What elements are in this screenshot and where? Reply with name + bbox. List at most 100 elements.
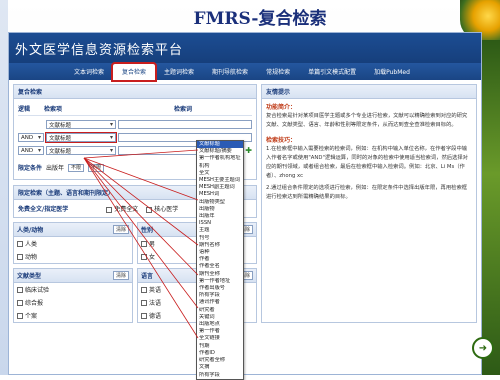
app-window: 外文医学信息资源检索平台 文本词检索 复合检索 主题词检索 期刊导航检索 常规检…	[8, 32, 482, 375]
dropdown-option[interactable]: 研究者	[197, 307, 243, 314]
tips-panel: 友情提示 功能简介： 复合检索是针对某项目医学主题或多个专业进行检索，文献可以精…	[261, 84, 477, 323]
tab-load-pubmed[interactable]: 加载PubMed	[365, 64, 419, 80]
dropdown-option[interactable]: 关键词	[197, 314, 243, 321]
filter-checkbox[interactable]	[17, 299, 23, 306]
dropdown-option[interactable]: 出版年	[197, 213, 243, 220]
dropdown-option[interactable]: 出版地点	[197, 321, 243, 328]
dropdown-option[interactable]: 第一作者	[197, 328, 243, 335]
tips-title: 友情提示	[262, 85, 476, 99]
add-row-icon[interactable]: ✚	[245, 146, 252, 155]
core-checkbox[interactable]	[146, 206, 153, 213]
dropdown-option[interactable]: 第一作者机构地址	[197, 155, 243, 162]
dropdown-option[interactable]: 通讯作者	[197, 299, 243, 306]
slide-left-decoration	[0, 0, 8, 375]
intro-heading: 功能简介：	[266, 104, 297, 111]
logic-select[interactable]: AND	[18, 133, 44, 142]
dropdown-option[interactable]: 所有字段	[197, 292, 243, 299]
dropdown-option[interactable]: MESH副主题词	[197, 184, 243, 191]
dropdown-option[interactable]: 出版物	[197, 206, 243, 213]
dropdown-option[interactable]: 研究者全称	[197, 357, 243, 364]
filter-label: 法语	[149, 300, 162, 307]
header-term: 检索词	[173, 106, 192, 113]
fulltext-checkbox[interactable]	[106, 206, 113, 213]
fulltext-label: 免费全文	[114, 206, 139, 213]
filter-label: 动物	[25, 254, 38, 261]
card-title: 人类/动物	[17, 227, 44, 234]
dropdown-option[interactable]: 刊期	[197, 343, 243, 350]
filter-checkbox[interactable]	[141, 312, 147, 319]
dropdown-option[interactable]: ISSN	[197, 220, 243, 227]
year-label: 出版年	[46, 165, 65, 172]
tips-body: 功能简介： 复合检索是针对某项目医学主题或多个专业进行检索，文献可以精确检索到对…	[262, 99, 476, 206]
filter-checkbox[interactable]	[17, 286, 23, 293]
card-title: 文献类型	[17, 273, 42, 280]
filter-label: 德语	[149, 313, 162, 320]
filter-label: 人类	[25, 241, 38, 248]
dropdown-option[interactable]: 作者	[197, 256, 243, 263]
year-to-select[interactable]: 不限	[88, 163, 105, 172]
filter-label: 男	[149, 241, 156, 248]
app-title: 外文医学信息资源检索平台	[15, 42, 184, 58]
filter-checkbox[interactable]	[17, 240, 23, 247]
dropdown-option[interactable]: 作者ID	[197, 350, 243, 357]
filter-checkbox[interactable]	[141, 286, 147, 293]
dropdown-option[interactable]: 文献标题	[197, 141, 243, 149]
search-grid-header: 逻辑 检索项 检索词	[18, 102, 252, 116]
app-header: 外文医学信息资源检索平台	[9, 33, 481, 63]
dropdown-option[interactable]: 刊号	[197, 235, 243, 242]
tab-compound-search[interactable]: 复合检索	[111, 62, 158, 82]
filter-checkbox[interactable]	[17, 253, 23, 260]
logic-select[interactable]: AND	[18, 146, 44, 155]
slide-title: FMRS-复合检索	[193, 9, 327, 29]
filter-card-species: 人类/动物 清除 人类 动物	[13, 222, 133, 264]
filter-checkbox[interactable]	[141, 253, 147, 260]
limit-label: 限定条件	[18, 165, 43, 172]
filter-checkbox[interactable]	[141, 299, 147, 306]
tab-subject-search[interactable]: 主题词检索	[155, 64, 203, 80]
clear-button[interactable]: 清除	[112, 271, 129, 280]
dropdown-option[interactable]: 期刊全称	[197, 271, 243, 278]
core-label: 核心医学	[154, 206, 179, 213]
dropdown-option[interactable]: 主题	[197, 227, 243, 234]
tips-heading: 检索技巧：	[266, 137, 297, 144]
dropdown-option[interactable]: 全文	[197, 170, 243, 177]
next-slide-icon[interactable]: ➜	[472, 337, 494, 359]
dropdown-option[interactable]: MESH主要主题词	[197, 177, 243, 184]
filter-label: 临床试验	[25, 287, 50, 294]
tips-text-1: 1.在检索框中输入需要检索的检索词，例如：在机构中输入单位名称，在作者字段中输入…	[266, 146, 468, 179]
dropdown-option[interactable]: 作者出版号	[197, 285, 243, 292]
options-label: 免费全文/指定医学	[18, 206, 69, 213]
header-field: 检索项	[44, 106, 63, 113]
term-input[interactable]	[118, 120, 252, 129]
tab-regular-search[interactable]: 常规检索	[257, 64, 299, 80]
tab-text-search[interactable]: 文本词检索	[65, 64, 113, 80]
field-select[interactable]: 文献标题	[46, 146, 116, 155]
filter-label: 女	[149, 254, 156, 261]
slide-right-decoration	[482, 40, 500, 375]
dropdown-option[interactable]: 文摘	[197, 364, 243, 371]
filter-label: 英语	[149, 287, 162, 294]
dropdown-option[interactable]: 语种	[197, 249, 243, 256]
field-select[interactable]: 文献标题	[45, 132, 117, 143]
field-dropdown-list[interactable]: 文献标题 文献标题/摘要 第一作者机构地址 机构 全文 MESH主要主题词 MESH副主题词…	[196, 140, 244, 380]
year-from-select[interactable]: 不限	[68, 163, 85, 172]
dropdown-option[interactable]: 所有字段	[197, 372, 243, 379]
dropdown-option[interactable]: 全文链接	[197, 335, 243, 342]
compound-search-heading: 复合检索	[13, 84, 257, 99]
dropdown-option[interactable]: 期刊名称	[197, 242, 243, 249]
clear-button[interactable]: 清除	[112, 225, 129, 234]
tab-journal-search[interactable]: 期刊导航检索	[203, 64, 257, 80]
dropdown-option[interactable]: 第一作者地址	[197, 278, 243, 285]
dropdown-option[interactable]: 文献标题/摘要	[197, 148, 243, 155]
dropdown-option[interactable]: 出版物类型	[197, 199, 243, 206]
tab-citation-config[interactable]: 单篇引文模式配置	[299, 64, 365, 80]
dropdown-option[interactable]: 作者全名	[197, 263, 243, 270]
dropdown-option[interactable]: MESH词	[197, 191, 243, 198]
filter-label: 个案	[25, 313, 38, 320]
filter-label: 综合报	[25, 300, 44, 307]
dropdown-option[interactable]: 机构	[197, 163, 243, 170]
field-select[interactable]: 文献标题	[46, 120, 116, 129]
filter-checkbox[interactable]	[141, 240, 147, 247]
filter-checkbox[interactable]	[17, 312, 23, 319]
tips-text-2: 2.通过组合条件限定的选项进行检索，例如：在限定条件中选择出版年限，再用检索框进…	[266, 185, 468, 200]
